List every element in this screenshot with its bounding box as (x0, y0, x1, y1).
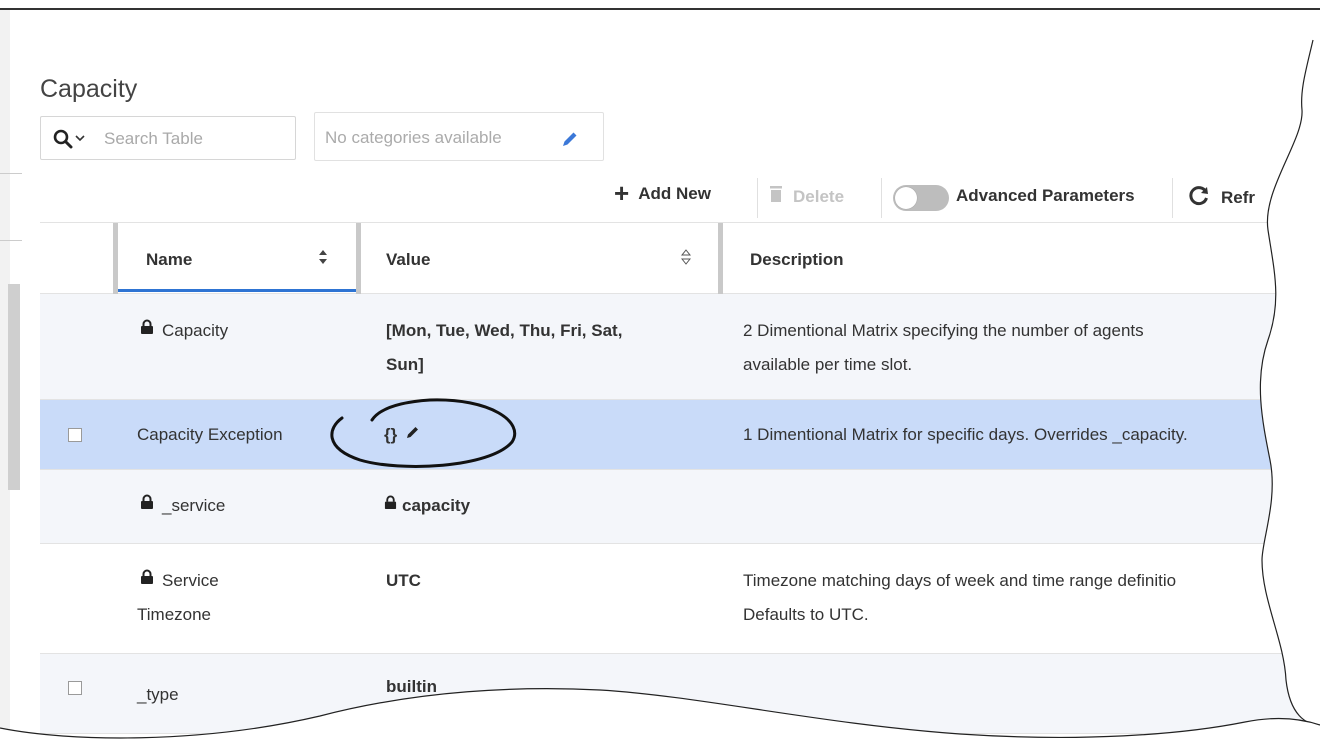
plus-icon: + (614, 178, 630, 208)
categories-label: No categories available (325, 128, 502, 147)
sort-icon[interactable] (680, 249, 692, 270)
advanced-parameters-toggle[interactable] (893, 185, 949, 211)
lock-icon (140, 567, 154, 593)
add-new-button[interactable]: + Add New (614, 178, 711, 208)
table-header: Name Value Description (40, 222, 1320, 294)
column-resize-handle[interactable] (718, 223, 723, 294)
column-header-description[interactable]: Description (750, 250, 844, 270)
row-name: _service (140, 493, 225, 519)
toolbar-divider (1172, 178, 1173, 218)
search-icon[interactable] (53, 129, 73, 154)
left-panel-divider (0, 173, 22, 174)
categories-field[interactable]: No categories available (314, 112, 604, 161)
left-panel-scrollbar[interactable] (8, 284, 20, 490)
row-name: _type (137, 685, 179, 704)
table-row[interactable]: Capacity Exception {} 1 Dimentional Matr… (40, 400, 1320, 470)
row-value: capacity (384, 493, 470, 519)
toggle-knob (895, 187, 917, 209)
row-description: 1 Dimentional Matrix for specific days. … (743, 425, 1188, 444)
row-description: 2 Dimentional Matrix specifying the numb… (743, 321, 1144, 340)
lock-icon (384, 492, 397, 518)
refresh-icon (1188, 184, 1210, 211)
sorted-column-indicator (118, 289, 356, 292)
chevron-down-icon[interactable] (75, 134, 85, 145)
advanced-parameters-label[interactable]: Advanced Parameters (956, 186, 1135, 206)
row-name: Capacity Exception (137, 425, 283, 444)
delete-button[interactable]: Delete (769, 185, 844, 208)
row-description: available per time slot. (743, 355, 913, 374)
row-value: builtin (386, 677, 437, 696)
left-panel-divider (0, 240, 22, 241)
search-box[interactable] (40, 116, 296, 160)
row-value[interactable]: {} (384, 422, 420, 448)
column-resize-handle[interactable] (356, 223, 361, 294)
pencil-icon[interactable] (561, 130, 579, 153)
row-name: Capacity (140, 318, 228, 344)
pencil-icon[interactable] (406, 421, 420, 447)
refresh-button[interactable]: Refr (1188, 184, 1255, 211)
row-checkbox[interactable] (68, 428, 82, 442)
row-value: UTC (386, 571, 421, 590)
row-name: Timezone (137, 605, 212, 624)
toolbar-divider (757, 178, 758, 218)
row-checkbox[interactable] (68, 681, 82, 695)
page-title: Capacity (40, 74, 138, 103)
table-row[interactable]: Capacity [Mon, Tue, Wed, Thu, Fri, Sat, … (40, 294, 1320, 400)
row-value: Sun] (386, 355, 424, 374)
column-header-value[interactable]: Value (386, 250, 430, 270)
row-description: Defaults to UTC. (743, 605, 869, 624)
table-row[interactable]: Service Timezone UTC Timezone matching d… (40, 544, 1320, 654)
row-description: Timezone matching days of week and time … (743, 571, 1177, 590)
column-resize-handle[interactable] (113, 223, 118, 294)
add-new-label: Add New (638, 184, 711, 203)
toolbar-divider (881, 178, 882, 218)
search-input[interactable] (102, 127, 286, 151)
lock-icon (140, 492, 154, 518)
table-row[interactable]: _service capacity (40, 470, 1320, 544)
sort-icon[interactable] (318, 249, 328, 270)
lock-icon (140, 317, 154, 343)
row-name: Service (140, 568, 219, 594)
row-value: [Mon, Tue, Wed, Thu, Fri, Sat, (386, 321, 623, 340)
window-top-border (0, 8, 1320, 10)
trash-icon (769, 185, 783, 208)
refresh-label: Refr (1221, 187, 1256, 207)
column-header-name[interactable]: Name (146, 250, 192, 270)
delete-label: Delete (793, 186, 845, 206)
table-row[interactable]: _type builtin (40, 654, 1320, 734)
